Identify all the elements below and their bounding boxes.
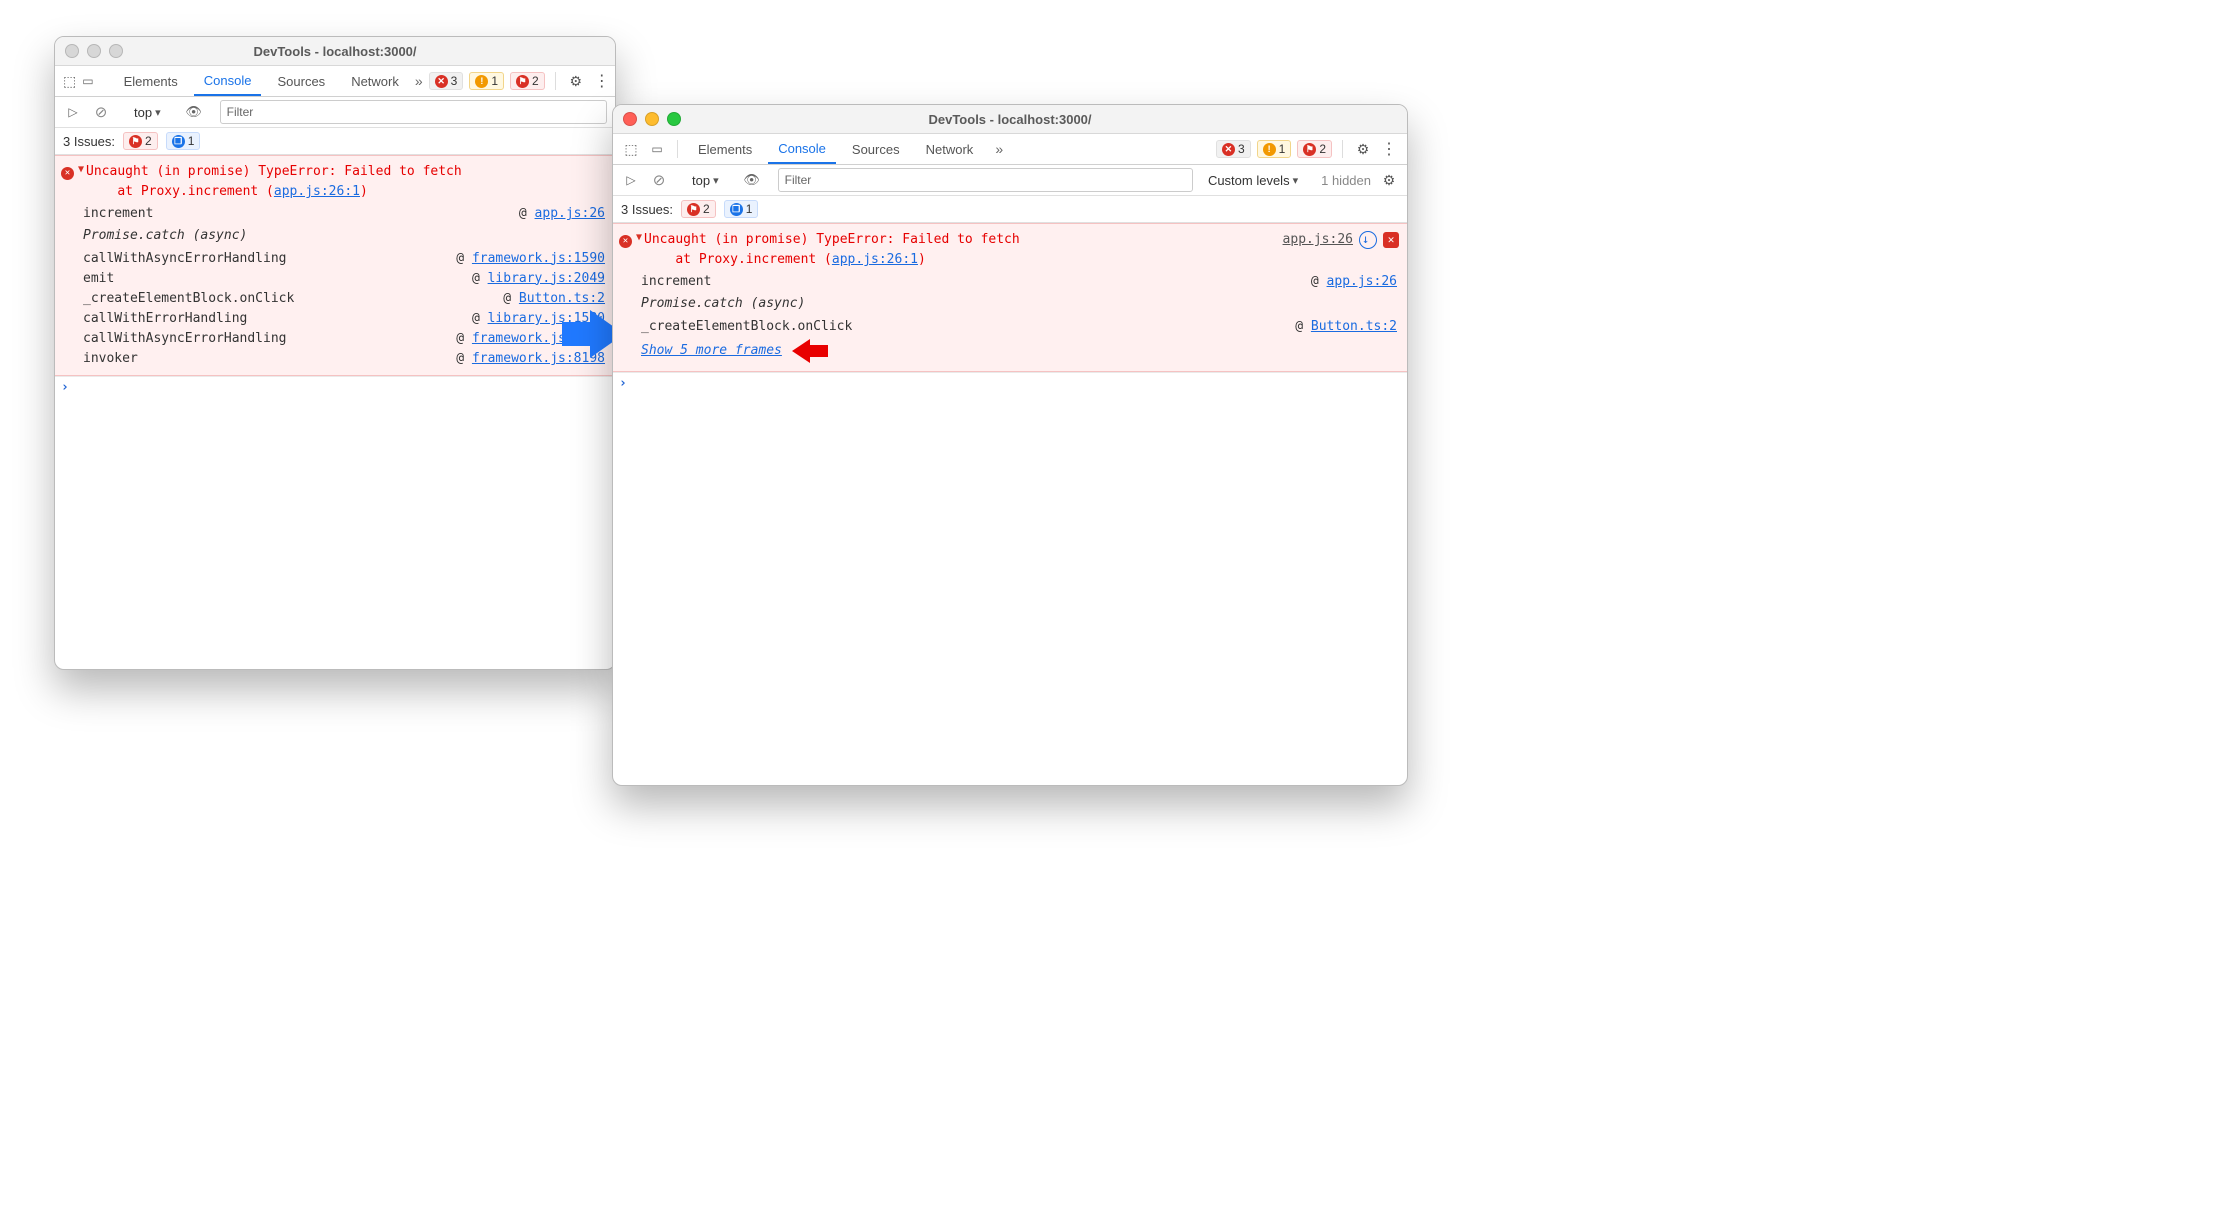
source-link[interactable]: library.js:2049 <box>488 271 605 286</box>
window-title: DevTools - localhost:3000/ <box>55 44 615 59</box>
stack-frame: _createElementBlock.onClick@ Button.ts:2 <box>83 289 605 309</box>
errors-chip[interactable]: ✕3 <box>429 72 464 90</box>
context-selector[interactable]: top <box>685 171 726 190</box>
window-titlebar: DevTools - localhost:3000/ <box>613 105 1407 134</box>
errors-chip[interactable]: ✕3 <box>1216 140 1251 158</box>
tab-console[interactable]: Console <box>194 66 262 96</box>
device-toggle-icon[interactable] <box>82 71 93 91</box>
more-tabs-icon[interactable] <box>415 71 423 91</box>
kebab-menu-icon[interactable] <box>1379 139 1399 159</box>
window-titlebar: DevTools - localhost:3000/ <box>55 37 615 66</box>
warnings-chip[interactable]: !1 <box>1257 140 1292 158</box>
execution-context-icon[interactable] <box>63 102 83 122</box>
source-link[interactable]: framework.js:1590 <box>472 251 605 266</box>
traffic-light-close-icon[interactable] <box>623 112 637 126</box>
traffic-light-close-icon[interactable] <box>65 44 79 58</box>
device-toggle-icon[interactable] <box>647 139 667 159</box>
source-location-link[interactable]: app.js:26 <box>1283 230 1353 250</box>
hidden-count[interactable]: 1 hidden <box>1321 173 1371 188</box>
settings-icon[interactable] <box>1353 139 1373 159</box>
issues-bar[interactable]: 3 Issues: ⚑2 ❐1 <box>55 128 615 155</box>
traffic-light-minimize-icon[interactable] <box>87 44 101 58</box>
source-link[interactable]: Button.ts:2 <box>1311 319 1397 334</box>
stack-frame: increment @ app.js:26 <box>83 204 605 224</box>
more-tabs-icon[interactable] <box>989 139 1009 159</box>
console-output: ✕ ▼ Uncaught (in promise) TypeError: Fai… <box>55 155 615 399</box>
disclosure-triangle-icon[interactable]: ▼ <box>636 230 642 246</box>
console-settings-icon[interactable] <box>1379 170 1399 190</box>
source-link[interactable]: app.js:26 <box>1327 274 1397 289</box>
console-toolbar: top Filter Custom levels 1 hidden <box>613 165 1407 196</box>
source-link[interactable]: framework.js:8198 <box>472 351 605 366</box>
source-link[interactable]: app.js:26 <box>535 206 605 221</box>
filter-input[interactable]: Filter <box>778 168 1193 192</box>
stack-frame: callWithErrorHandling@ library.js:1580 <box>83 309 605 329</box>
traffic-light-zoom-icon[interactable] <box>667 112 681 126</box>
live-expression-icon[interactable] <box>742 170 762 190</box>
issues-flag-chip[interactable]: ⚑2 <box>510 72 545 90</box>
window-title: DevTools - localhost:3000/ <box>613 112 1407 127</box>
issues-label: 3 Issues: <box>63 134 115 149</box>
stack-frame: invoker@ framework.js:8198 <box>83 349 605 369</box>
source-link[interactable]: Button.ts:2 <box>519 291 605 306</box>
restart-frame-icon[interactable] <box>1359 231 1377 249</box>
callout-arrow-icon <box>792 339 810 363</box>
log-levels-selector[interactable]: Custom levels <box>1201 171 1305 190</box>
console-output: ✕ ▼ Uncaught (in promise) TypeError: Fai… <box>613 223 1407 395</box>
error-icon: ✕ <box>619 235 632 248</box>
dismiss-error-icon[interactable]: ✕ <box>1383 232 1399 248</box>
inspect-element-icon[interactable] <box>63 71 76 91</box>
console-prompt[interactable]: › <box>613 372 1407 395</box>
console-prompt[interactable]: › <box>55 376 615 399</box>
devtools-tabbar: Elements Console Sources Network ✕3 !1 ⚑… <box>55 66 615 97</box>
error-entry: ✕ ▼ Uncaught (in promise) TypeError: Fai… <box>55 155 615 376</box>
traffic-light-minimize-icon[interactable] <box>645 112 659 126</box>
error-message: Uncaught (in promise) TypeError: Failed … <box>86 162 607 202</box>
tab-sources[interactable]: Sources <box>842 134 910 164</box>
stack-frame: callWithAsyncErrorHandling@ framework.js… <box>83 249 605 269</box>
clear-console-icon[interactable] <box>91 102 111 122</box>
tab-console[interactable]: Console <box>768 134 836 164</box>
error-icon: ✕ <box>61 167 74 180</box>
stack-frame: increment @ app.js:26 <box>641 272 1397 292</box>
clear-console-icon[interactable] <box>649 170 669 190</box>
issues-label: 3 Issues: <box>621 202 673 217</box>
settings-icon[interactable] <box>566 71 586 91</box>
error-message: Uncaught (in promise) TypeError: Failed … <box>644 230 1283 270</box>
tab-elements[interactable]: Elements <box>114 66 188 96</box>
traffic-light-zoom-icon[interactable] <box>109 44 123 58</box>
tab-network[interactable]: Network <box>916 134 984 164</box>
console-toolbar: top Filter <box>55 97 615 128</box>
filter-input[interactable]: Filter <box>220 100 607 124</box>
warnings-chip[interactable]: !1 <box>469 72 504 90</box>
context-selector[interactable]: top <box>127 103 168 122</box>
inspect-element-icon[interactable] <box>621 139 641 159</box>
tab-network[interactable]: Network <box>341 66 409 96</box>
source-link[interactable]: app.js:26:1 <box>832 252 918 267</box>
stack-frame: callWithAsyncErrorHandling@ framework.js… <box>83 329 605 349</box>
show-more-frames-link[interactable]: Show 5 more frames <box>613 337 782 365</box>
stack-frame: emit@ library.js:2049 <box>83 269 605 289</box>
tab-sources[interactable]: Sources <box>267 66 335 96</box>
issues-bar[interactable]: 3 Issues: ⚑2 ❐1 <box>613 196 1407 223</box>
source-link[interactable]: app.js:26:1 <box>274 184 360 199</box>
devtools-tabbar: Elements Console Sources Network ✕3 !1 ⚑… <box>613 134 1407 165</box>
execution-context-icon[interactable] <box>621 170 641 190</box>
async-separator: Promise.catch (async) <box>83 224 605 248</box>
tab-elements[interactable]: Elements <box>688 134 762 164</box>
error-entry: ✕ ▼ Uncaught (in promise) TypeError: Fai… <box>613 223 1407 372</box>
async-separator: Promise.catch (async) <box>641 292 1397 316</box>
issues-flag-chip[interactable]: ⚑2 <box>1297 140 1332 158</box>
stack-frame: _createElementBlock.onClick @ Button.ts:… <box>641 317 1397 337</box>
disclosure-triangle-icon[interactable]: ▼ <box>78 162 84 178</box>
live-expression-icon[interactable] <box>184 102 204 122</box>
kebab-menu-icon[interactable] <box>592 71 612 91</box>
